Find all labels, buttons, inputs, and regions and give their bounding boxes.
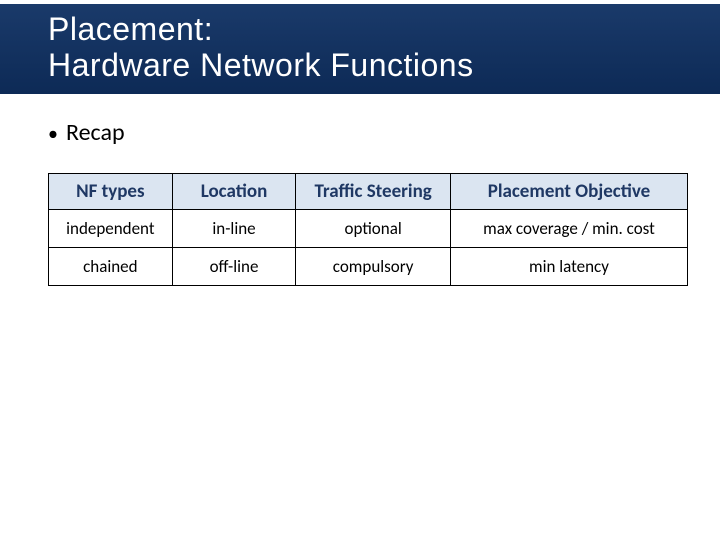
bullet-text: Recap [66,118,125,147]
table-row: independent in-line optional max coverag… [49,209,688,247]
cell: independent [49,209,173,247]
table-row: chained off-line compulsory min latency [49,247,688,285]
title-block: Placement: Hardware Network Functions [0,4,720,94]
bullet-item: • Recap [48,118,672,147]
bullet-dot-icon: • [48,124,58,144]
title-line-1: Placement: [48,12,720,48]
th-traffic-steering: Traffic Steering [296,173,451,209]
cell: optional [296,209,451,247]
nf-table: NF types Location Traffic Steering Place… [48,173,688,286]
cell: in-line [172,209,296,247]
table-header-row: NF types Location Traffic Steering Place… [49,173,688,209]
th-location: Location [172,173,296,209]
cell: off-line [172,247,296,285]
th-nf-types: NF types [49,173,173,209]
slide: { "title": { "line1": "Placement:", "lin… [0,4,720,540]
title-line-2: Hardware Network Functions [48,48,720,84]
cell: chained [49,247,173,285]
th-placement-objective: Placement Objective [450,173,687,209]
cell: max coverage / min. cost [450,209,687,247]
body: • Recap NF types Location Traffic Steeri… [0,94,720,286]
cell: min latency [450,247,687,285]
cell: compulsory [296,247,451,285]
